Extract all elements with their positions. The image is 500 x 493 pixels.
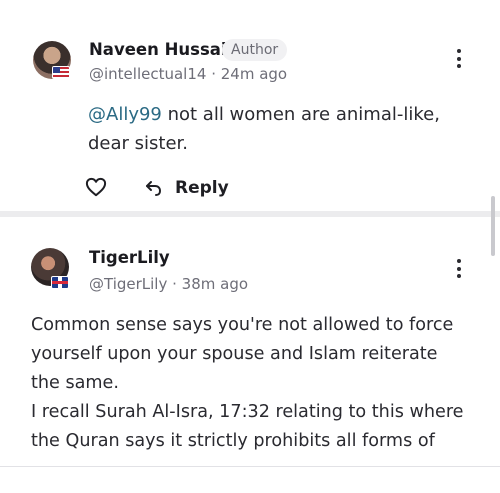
uk-flag-icon bbox=[51, 276, 69, 289]
comment-line: Common sense says you're not allowed to … bbox=[31, 315, 454, 335]
comment-meta: @intellectual14 · 24m ago bbox=[89, 65, 287, 83]
timestamp: 38m ago bbox=[181, 275, 249, 293]
reply-button[interactable]: Reply bbox=[145, 178, 229, 198]
comment-divider bbox=[0, 211, 500, 217]
like-button[interactable] bbox=[85, 177, 107, 197]
reply-label: Reply bbox=[175, 178, 229, 198]
more-vertical-icon[interactable] bbox=[456, 259, 462, 281]
us-flag-icon bbox=[52, 66, 70, 79]
more-vertical-icon[interactable] bbox=[456, 49, 462, 71]
comment-body: Common sense says you're not allowed to … bbox=[31, 311, 464, 456]
comment-line: dear sister. bbox=[88, 133, 189, 154]
comment-line: the Quran says it strictly prohibits all… bbox=[31, 431, 435, 451]
user-handle[interactable]: @TigerLily bbox=[89, 275, 167, 293]
comment-body: @Ally99 not all women are animal-like, d… bbox=[88, 100, 440, 158]
author-name[interactable]: Naveen Hussain bbox=[89, 40, 238, 59]
comment-line: the same. bbox=[31, 373, 119, 393]
user-mention[interactable]: @Ally99 bbox=[88, 104, 162, 125]
heart-icon bbox=[85, 177, 107, 197]
comment-line: @Ally99 not all women are animal-like, bbox=[88, 100, 440, 129]
timestamp: 24m ago bbox=[220, 65, 288, 83]
user-handle[interactable]: @intellectual14 bbox=[89, 65, 206, 83]
author-badge: Author bbox=[222, 39, 288, 61]
comment-meta: @TigerLily · 38m ago bbox=[89, 275, 248, 293]
comment-text: not all women are animal-like, bbox=[161, 104, 440, 125]
meta-separator: · bbox=[167, 275, 182, 293]
comment-line: I recall Surah Al-Isra, 17:32 relating t… bbox=[31, 402, 464, 422]
comment-line: yourself upon your spouse and Islam reit… bbox=[31, 344, 438, 364]
meta-separator: · bbox=[206, 65, 221, 83]
bottom-divider bbox=[0, 466, 500, 467]
author-name[interactable]: TigerLily bbox=[89, 248, 170, 267]
reply-arrow-icon bbox=[146, 181, 162, 196]
scrollbar[interactable] bbox=[491, 196, 495, 256]
